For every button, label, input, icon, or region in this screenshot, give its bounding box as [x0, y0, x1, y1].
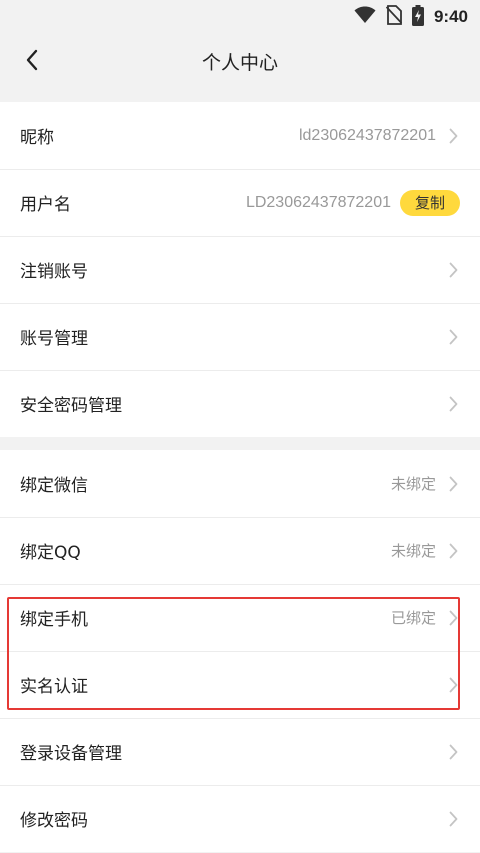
bind-phone-status: 已绑定 — [390, 609, 436, 627]
cancel-account-row[interactable]: 注销账号 — [0, 236, 480, 303]
realname-label: 实名认证 — [20, 677, 88, 697]
account-manage-right — [436, 327, 460, 347]
chevron-right-icon — [446, 675, 460, 695]
nav-bar: 个人中心 — [0, 33, 480, 90]
status-bar: 9:40 — [0, 0, 480, 33]
realname-right — [436, 675, 460, 695]
nickname-label: 昵称 — [20, 128, 54, 148]
bind-wechat-right: 未绑定 — [391, 473, 460, 494]
device-manage-row[interactable]: 登录设备管理 — [0, 718, 480, 785]
profile-section: 昵称 ld23062437872201 用户名 LD23062437872201… — [0, 102, 480, 437]
copy-button[interactable]: 复制 — [399, 189, 460, 216]
nickname-row[interactable]: 昵称 ld23062437872201 — [0, 102, 480, 169]
chevron-right-icon — [446, 608, 460, 628]
page-title: 个人中心 — [201, 52, 278, 74]
security-password-row[interactable]: 安全密码管理 — [0, 370, 480, 437]
chevron-right-icon — [446, 541, 460, 561]
bind-phone-right: 已绑定 — [391, 607, 460, 628]
chevron-right-icon — [446, 260, 460, 280]
wifi-icon — [354, 6, 376, 28]
change-password-right — [436, 809, 460, 829]
security-password-label: 安全密码管理 — [20, 396, 122, 416]
chevron-right-icon — [446, 809, 460, 829]
bind-qq-status: 未绑定 — [390, 542, 436, 560]
bind-wechat-row[interactable]: 绑定微信 未绑定 — [0, 450, 480, 517]
bind-qq-label: 绑定QQ — [20, 543, 81, 563]
username-right: LD23062437872201 复制 — [245, 189, 460, 216]
chevron-right-icon — [446, 474, 460, 494]
bind-wechat-label: 绑定微信 — [20, 476, 88, 496]
device-manage-right — [436, 742, 460, 762]
bind-phone-label: 绑定手机 — [20, 610, 88, 630]
realname-row[interactable]: 实名认证 — [0, 651, 480, 718]
change-password-row[interactable]: 修改密码 — [0, 785, 480, 852]
cancel-account-label: 注销账号 — [20, 262, 88, 282]
bind-phone-row[interactable]: 绑定手机 已绑定 — [0, 584, 480, 651]
bind-wechat-status: 未绑定 — [390, 475, 436, 493]
account-manage-label: 账号管理 — [20, 329, 88, 349]
status-icons: 9:40 — [354, 4, 468, 30]
bind-qq-right: 未绑定 — [391, 540, 460, 561]
battery-charging-icon — [411, 4, 424, 30]
nickname-right: ld23062437872201 — [299, 126, 460, 146]
change-password-label: 修改密码 — [20, 811, 88, 831]
account-manage-row[interactable]: 账号管理 — [0, 303, 480, 370]
bind-qq-row[interactable]: 绑定QQ 未绑定 — [0, 517, 480, 584]
username-label: 用户名 — [20, 195, 71, 215]
bindings-section: 绑定微信 未绑定 绑定QQ 未绑定 绑定手机 已绑定 实名认证 登录设备管理 修… — [0, 450, 480, 852]
chevron-right-icon — [446, 327, 460, 347]
nickname-value: ld23062437872201 — [298, 126, 436, 144]
chevron-right-icon — [446, 126, 460, 146]
cancel-account-right — [436, 260, 460, 280]
no-sim-icon — [385, 5, 403, 29]
chevron-right-icon — [446, 394, 460, 414]
device-manage-label: 登录设备管理 — [20, 744, 122, 764]
username-value: LD23062437872201 — [245, 193, 391, 211]
status-time: 9:40 — [433, 7, 468, 26]
username-row: 用户名 LD23062437872201 复制 — [0, 169, 480, 236]
chevron-right-icon — [446, 742, 460, 762]
security-password-right — [436, 394, 460, 414]
